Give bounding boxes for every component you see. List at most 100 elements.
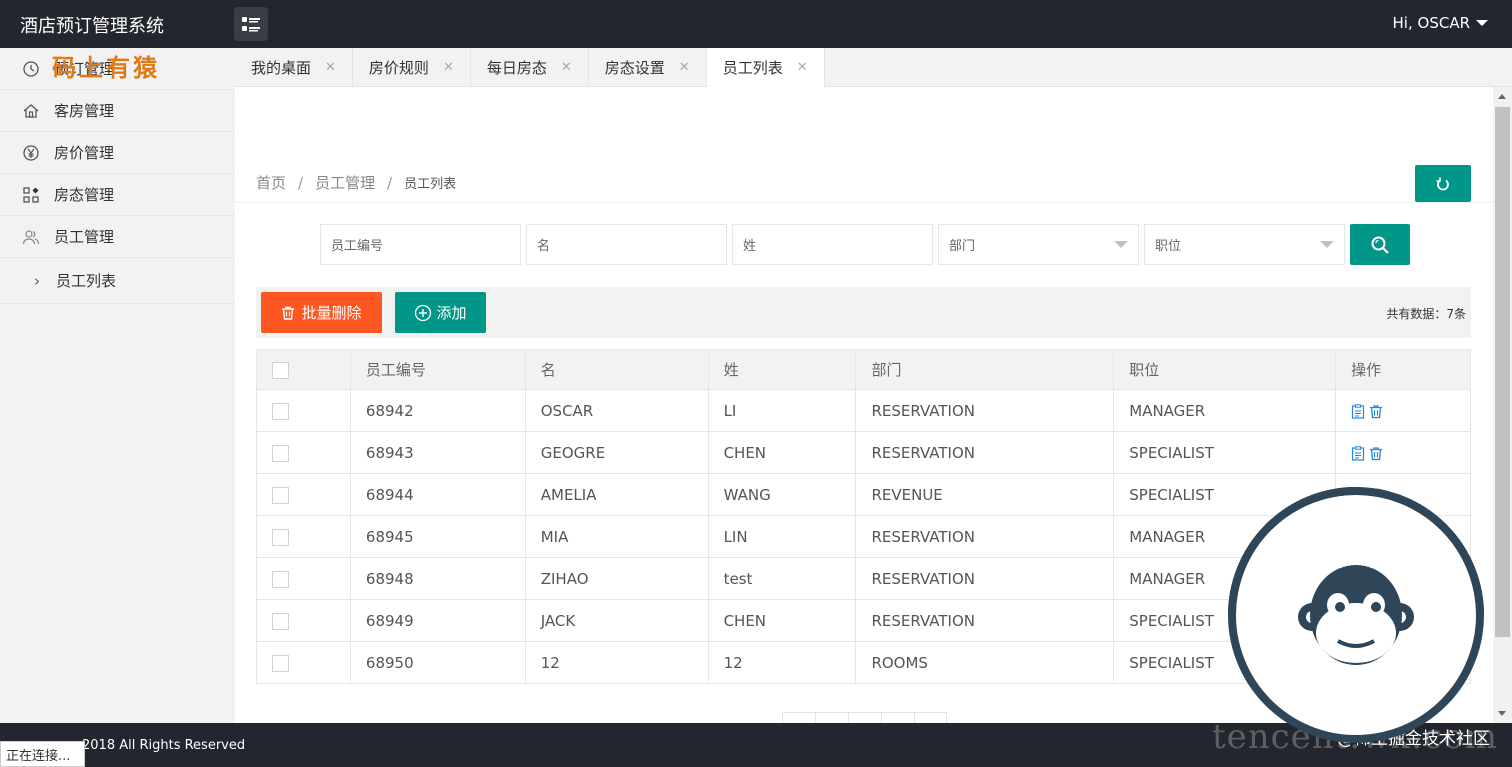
- pagination-button[interactable]: [815, 712, 848, 723]
- row-checkbox[interactable]: [272, 612, 289, 630]
- tab-label: 房态设置: [604, 59, 665, 77]
- menu-list-icon: [242, 17, 260, 32]
- row-select-cell: [256, 557, 351, 600]
- table-cell: 68950: [349, 641, 526, 684]
- row-select-cell: [256, 599, 351, 642]
- table-cell: 68945: [349, 515, 526, 558]
- tab-label: 我的桌面: [251, 59, 312, 77]
- sidebar-subitem-label: 员工列表: [56, 272, 117, 290]
- tab-daily-status[interactable]: 每日房态 ✕: [471, 48, 589, 87]
- table-row: 68943 GEOGRE CHEN RESERVATION SPECIALIST: [256, 431, 1471, 474]
- trash-icon[interactable]: [1369, 446, 1383, 461]
- table-cell: REVENUE: [855, 473, 1115, 516]
- close-icon[interactable]: ✕: [797, 60, 808, 75]
- row-checkbox[interactable]: [272, 444, 289, 462]
- apps-icon: [20, 184, 42, 206]
- pagination-button[interactable]: [914, 712, 947, 723]
- scroll-up-icon[interactable]: [1498, 94, 1506, 99]
- table-cell: SPECIALIST: [1113, 431, 1337, 474]
- table-cell: ZIHAO: [524, 557, 709, 600]
- table-header-row: 员工编号 名 姓 部门 职位 操作: [256, 349, 1471, 390]
- table-cell: 68948: [349, 557, 526, 600]
- copyright-text: 2018 All Rights Reserved: [82, 738, 246, 753]
- scroll-down-icon[interactable]: [1498, 711, 1506, 716]
- app-title: 酒店预订管理系统: [20, 16, 164, 37]
- sidebar-item-staff[interactable]: 员工管理: [0, 216, 235, 258]
- table-cell: RESERVATION: [855, 515, 1115, 558]
- scrollbar-thumb[interactable]: [1495, 107, 1510, 637]
- row-select-cell: [256, 641, 351, 684]
- page-scrollbar[interactable]: [1493, 87, 1512, 723]
- tab-rate-rules[interactable]: 房价规则 ✕: [353, 48, 471, 87]
- table-cell: CHEN: [707, 431, 857, 474]
- edit-icon[interactable]: [1351, 445, 1365, 461]
- sidebar-item-room-status[interactable]: 房态管理: [0, 174, 235, 216]
- table-row: 68942 OSCAR LI RESERVATION MANAGER: [256, 389, 1471, 432]
- chevron-down-icon: [1476, 20, 1488, 26]
- sidebar-item-label: 房价管理: [54, 144, 115, 162]
- row-checkbox[interactable]: [272, 486, 289, 504]
- table-cell: 12: [524, 641, 709, 684]
- row-checkbox[interactable]: [272, 528, 289, 546]
- select-all-checkbox[interactable]: [272, 361, 289, 379]
- row-actions-cell: [1335, 431, 1471, 474]
- table-cell: MANAGER: [1113, 389, 1337, 432]
- table-cell: MIA: [524, 515, 709, 558]
- table-cell: 68943: [349, 431, 526, 474]
- tab-desktop[interactable]: 我的桌面 ✕: [235, 48, 353, 87]
- pagination-button[interactable]: [782, 712, 815, 723]
- table-cell: 68949: [349, 599, 526, 642]
- table-cell: RESERVATION: [855, 599, 1115, 642]
- column-header: 职位: [1113, 349, 1337, 390]
- tab-label: 员工列表: [722, 59, 783, 77]
- pagination-button[interactable]: [881, 712, 914, 723]
- table-cell: RESERVATION: [855, 431, 1115, 474]
- trash-icon[interactable]: [1369, 404, 1383, 419]
- column-header: 部门: [855, 349, 1115, 390]
- close-icon[interactable]: ✕: [443, 60, 454, 75]
- menu-toggle-button[interactable]: [234, 7, 268, 41]
- sidebar: 预订管理 客房管理 房价管理 房态管理 员工管理 › 员工列表: [0, 48, 235, 723]
- table-cell: 68942: [349, 389, 526, 432]
- row-checkbox[interactable]: [272, 402, 289, 420]
- table-cell: LIN: [707, 515, 857, 558]
- row-checkbox[interactable]: [272, 654, 289, 672]
- table-cell: CHEN: [707, 599, 857, 642]
- watermark-logo: 码上有猿: [52, 53, 160, 82]
- table-cell: OSCAR: [524, 389, 709, 432]
- tab-staff-list[interactable]: 员工列表 ✕: [706, 48, 825, 87]
- table-cell: GEOGRE: [524, 431, 709, 474]
- edit-icon[interactable]: [1351, 403, 1365, 419]
- sidebar-item-rates[interactable]: 房价管理: [0, 132, 235, 174]
- row-select-cell: [256, 389, 351, 432]
- connection-status: 正在连接...: [0, 741, 85, 767]
- column-header: 员工编号: [349, 349, 526, 390]
- user-menu[interactable]: Hi, OSCAR: [1393, 14, 1488, 32]
- table-cell: JACK: [524, 599, 709, 642]
- row-select-cell: [256, 431, 351, 474]
- column-header: 名: [524, 349, 709, 390]
- table-cell: test: [707, 557, 857, 600]
- tab-bar: 我的桌面 ✕ 房价规则 ✕ 每日房态 ✕ 房态设置 ✕ 员工列表 ✕: [235, 48, 1512, 87]
- row-checkbox[interactable]: [272, 570, 289, 588]
- sidebar-item-label: 房态管理: [54, 186, 115, 204]
- pagination-button[interactable]: [848, 712, 881, 723]
- sidebar-subitem-staff-list[interactable]: › 员工列表: [0, 258, 235, 304]
- home-icon: [20, 100, 42, 122]
- table-cell: AMELIA: [524, 473, 709, 516]
- tab-status-settings[interactable]: 房态设置 ✕: [589, 48, 707, 87]
- close-icon[interactable]: ✕: [325, 60, 336, 75]
- user-greeting: Hi, OSCAR: [1392, 14, 1470, 32]
- monkey-watermark-logo: [1228, 487, 1484, 743]
- table-cell: RESERVATION: [855, 389, 1115, 432]
- pagination: [782, 712, 947, 723]
- sidebar-item-label: 员工管理: [54, 228, 115, 246]
- close-icon[interactable]: ✕: [561, 60, 572, 75]
- clock-icon: [20, 58, 42, 80]
- sidebar-item-rooms[interactable]: 客房管理: [0, 90, 235, 132]
- column-header: 姓: [707, 349, 857, 390]
- table-cell: 68944: [349, 473, 526, 516]
- table-cell: ROOMS: [855, 641, 1115, 684]
- row-actions-cell: [1335, 389, 1471, 432]
- close-icon[interactable]: ✕: [679, 60, 690, 75]
